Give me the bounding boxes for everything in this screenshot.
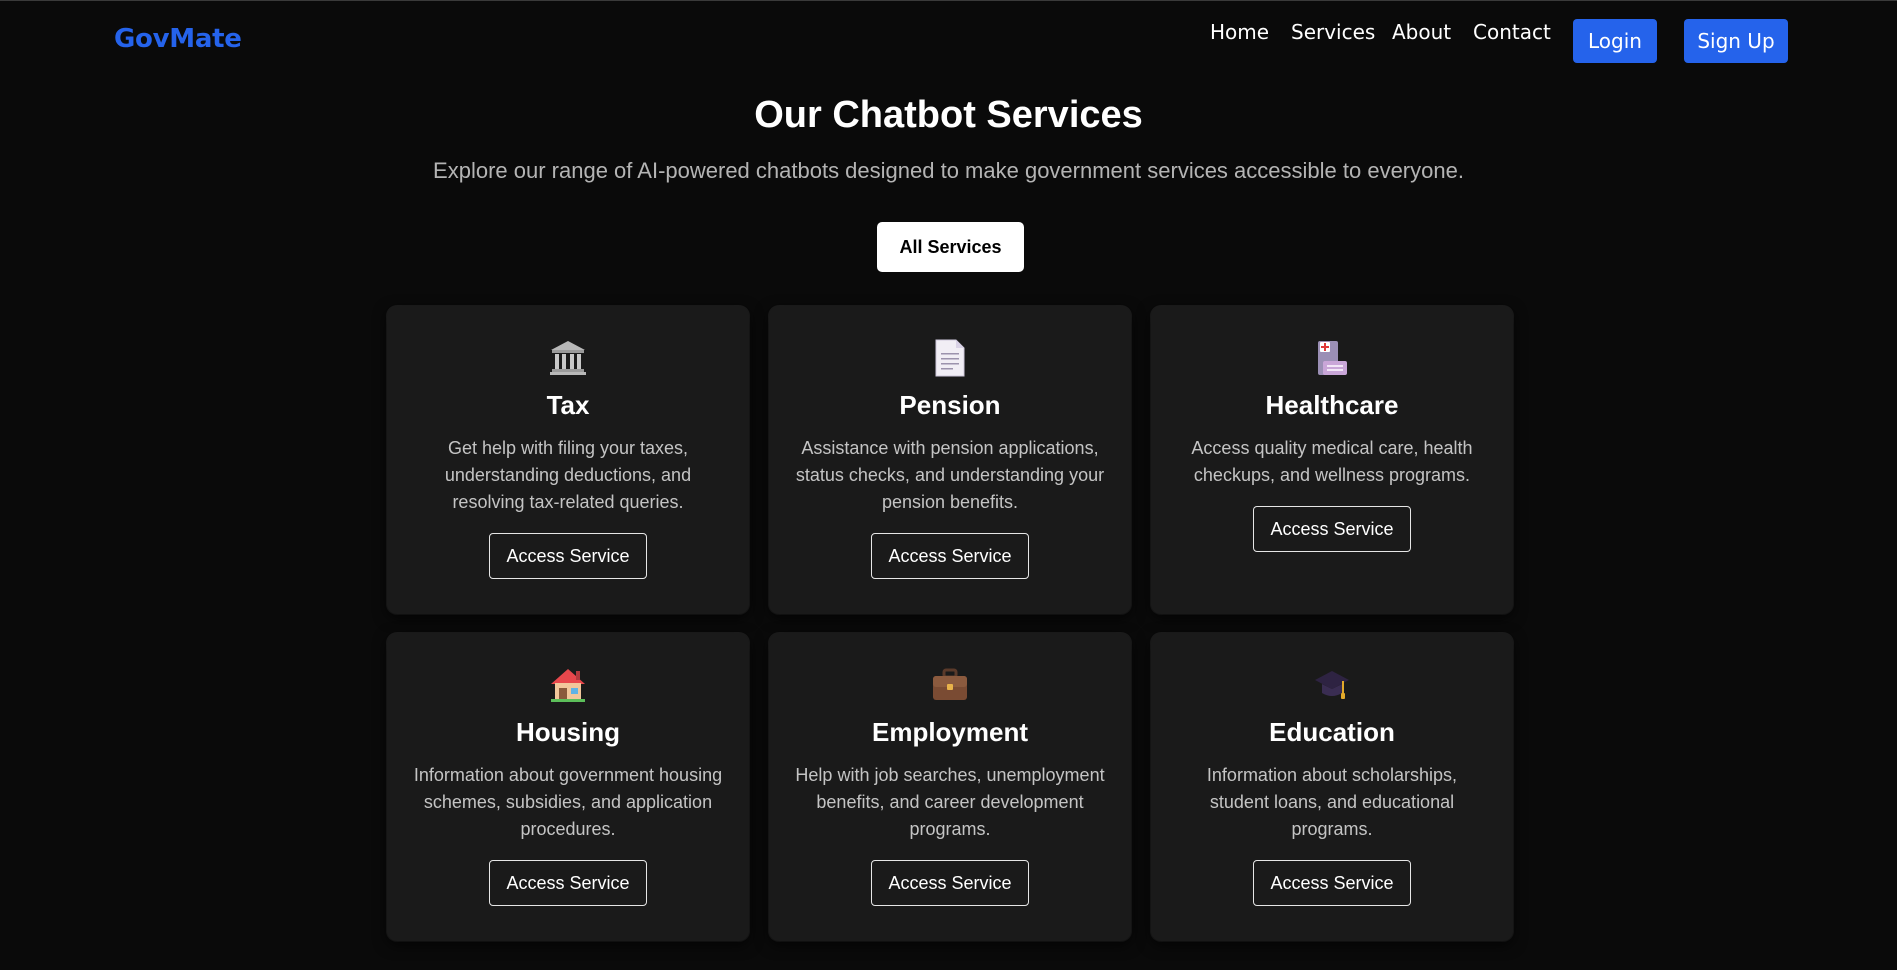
service-card-pension: Pension Assistance with pension applicat… <box>769 306 1131 614</box>
main-nav: Home Services About Contact Login Sign U… <box>0 0 1897 84</box>
card-description: Help with job searches, unemployment ben… <box>795 765 1105 839</box>
card-description: Information about government housing sch… <box>413 765 723 839</box>
signup-button[interactable]: Sign Up <box>1684 19 1788 63</box>
access-service-button-employment[interactable]: Access Service <box>871 860 1029 906</box>
card-description: Get help with filing your taxes, underst… <box>444 438 692 512</box>
card-title: Healthcare <box>1265 390 1399 420</box>
nav-about[interactable]: About <box>1392 20 1451 44</box>
bank-icon <box>546 336 590 380</box>
access-service-button-healthcare[interactable]: Access Service <box>1253 506 1411 552</box>
briefcase-icon <box>928 663 972 707</box>
site-header: GovMate Home Services About Contact Logi… <box>0 0 1897 84</box>
nav-contact[interactable]: Contact <box>1473 20 1551 44</box>
service-card-housing: Housing Information about government hou… <box>387 633 749 941</box>
card-title: Employment <box>871 717 1029 747</box>
graduation-cap-icon <box>1310 663 1354 707</box>
services-grid: Tax Get help with filing your taxes, und… <box>387 306 1513 941</box>
page-subtitle: Explore our range of AI-powered chatbots… <box>433 158 1464 183</box>
service-card-healthcare: Healthcare Access quality medical care, … <box>1151 306 1513 614</box>
document-icon <box>928 336 972 380</box>
card-title: Pension <box>899 390 1001 420</box>
card-title: Housing <box>516 717 620 747</box>
card-description: Access quality medical care, health chec… <box>1191 438 1473 485</box>
card-description: Information about scholarships, student … <box>1206 765 1458 839</box>
nav-home[interactable]: Home <box>1210 20 1269 44</box>
nav-services[interactable]: Services <box>1291 20 1375 44</box>
access-service-button-tax[interactable]: Access Service <box>489 533 647 579</box>
all-services-filter-button[interactable]: All Services <box>877 222 1024 272</box>
service-card-employment: Employment Help with job searches, unemp… <box>769 633 1131 941</box>
login-button[interactable]: Login <box>1573 19 1657 63</box>
card-description: Assistance with pension applications, st… <box>795 438 1105 512</box>
service-card-education: Education Information about scholarships… <box>1151 633 1513 941</box>
card-title: Tax <box>546 390 590 420</box>
access-service-button-housing[interactable]: Access Service <box>489 860 647 906</box>
house-icon <box>546 663 590 707</box>
hospital-icon <box>1310 336 1354 380</box>
service-card-tax: Tax Get help with filing your taxes, und… <box>387 306 749 614</box>
access-service-button-pension[interactable]: Access Service <box>871 533 1029 579</box>
page-title: Our Chatbot Services <box>754 94 1143 136</box>
access-service-button-education[interactable]: Access Service <box>1253 860 1411 906</box>
card-title: Education <box>1269 717 1395 747</box>
